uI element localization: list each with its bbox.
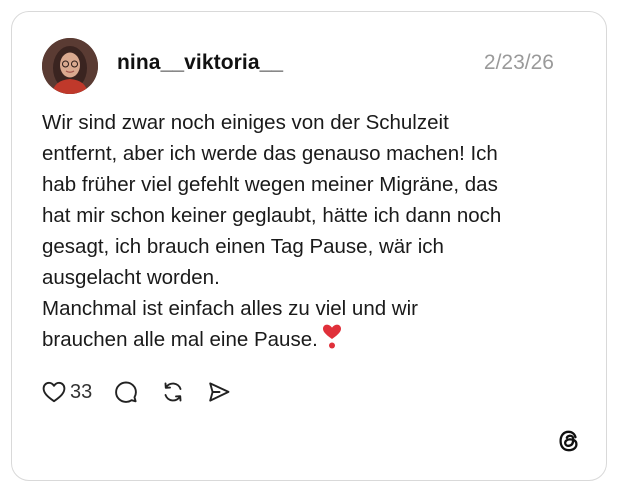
post-text-last-line: brauchen alle mal eine Pause. bbox=[42, 324, 582, 359]
threads-logo-icon bbox=[556, 428, 582, 454]
post-actions: 33 bbox=[42, 379, 231, 405]
avatar[interactable] bbox=[42, 38, 98, 94]
like-button[interactable]: 33 bbox=[42, 381, 92, 404]
avatar-image bbox=[42, 38, 98, 94]
post-text-line: hab früher viel gefehlt wegen meiner Mig… bbox=[42, 173, 498, 196]
comment-icon bbox=[115, 381, 138, 403]
post-text-line: entfernt, aber ich werde das genauso mac… bbox=[42, 142, 498, 165]
post-timestamp: 2/23/26 bbox=[483, 51, 554, 74]
post-text-line: hat mir schon keiner geglaubt, hätte ich… bbox=[42, 204, 502, 227]
post-text-line: ausgelacht worden. bbox=[42, 266, 220, 289]
heart-icon bbox=[42, 381, 66, 403]
post-text-line: gesagt, ich brauch einen Tag Pause, wär … bbox=[42, 235, 444, 258]
share-button[interactable] bbox=[207, 380, 231, 404]
send-icon bbox=[209, 382, 230, 402]
heart-exclamation-emoji-icon bbox=[322, 324, 342, 359]
post-text-line: Manchmal ist einfach alles zu viel und w… bbox=[42, 297, 418, 320]
post-text-line: Wir sind zwar noch einiges von der Schul… bbox=[42, 111, 449, 134]
repost-button[interactable] bbox=[161, 380, 185, 404]
post-card: nina__viktoria__ 2/23/26 Wir sind zwar n… bbox=[11, 11, 607, 481]
repost-icon bbox=[164, 382, 182, 402]
username[interactable]: nina__viktoria__ bbox=[117, 51, 283, 75]
post-text: Wir sind zwar noch einiges von der Schul… bbox=[42, 107, 582, 359]
post-text-line: brauchen alle mal eine Pause. bbox=[42, 328, 318, 351]
reply-button[interactable] bbox=[114, 380, 138, 404]
like-count: 33 bbox=[70, 380, 93, 403]
